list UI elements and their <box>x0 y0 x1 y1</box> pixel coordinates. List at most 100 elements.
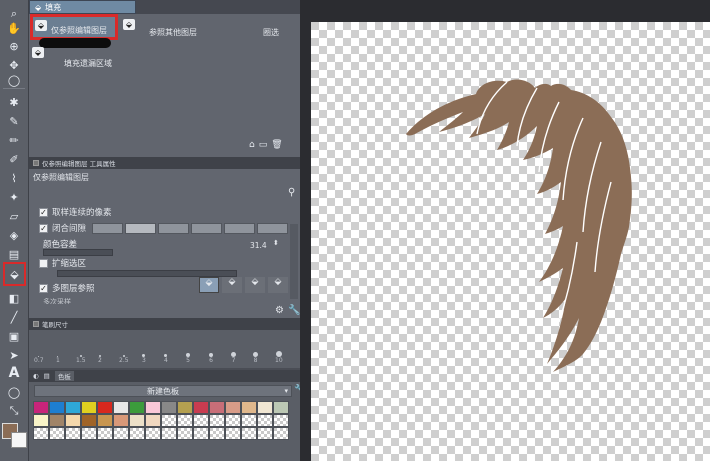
color-swatch[interactable] <box>81 401 97 414</box>
color-swatch[interactable] <box>209 414 225 427</box>
reference-layer-icon[interactable]: ⬙ <box>222 277 242 293</box>
color-swatch[interactable] <box>193 414 209 427</box>
pen-icon[interactable]: ✎ <box>4 111 24 131</box>
gap-level-2[interactable] <box>125 222 157 234</box>
airbrush-icon[interactable]: ⌇ <box>4 168 24 188</box>
color-wheel-tab-icon[interactable]: ◐ <box>33 372 39 380</box>
fill-tool-icon[interactable]: ⬙ <box>3 262 26 286</box>
decoration-icon[interactable]: ✦ <box>4 187 24 207</box>
lasso-icon[interactable]: ◯ <box>4 70 24 90</box>
color-slider-tab-icon[interactable]: ▤ <box>44 372 50 380</box>
gap-level-3[interactable] <box>158 222 190 234</box>
gap-level-1[interactable] <box>92 222 124 234</box>
color-swatch[interactable] <box>193 401 209 414</box>
shape-icon[interactable]: ◧ <box>4 288 24 308</box>
color-swatch[interactable] <box>49 401 65 414</box>
color-swatch[interactable] <box>209 427 225 440</box>
panel-toggle[interactable] <box>33 160 39 166</box>
color-swatch[interactable] <box>257 427 273 440</box>
search-icon[interactable]: ⚲ <box>288 187 295 198</box>
option-sample-continuous[interactable]: ✓ 取样连续的像素 <box>39 206 112 218</box>
color-swatch[interactable] <box>65 401 81 414</box>
all-layers-icon[interactable]: ⬙ <box>199 277 219 293</box>
color-swatch[interactable] <box>97 414 113 427</box>
color-swatch[interactable] <box>273 401 289 414</box>
brush-size-option[interactable]: 5 <box>186 353 190 364</box>
color-swatch[interactable] <box>177 427 193 440</box>
brush-size-option[interactable]: 8 <box>253 352 258 364</box>
magnifier-icon[interactable]: ⊕ <box>4 36 24 56</box>
gap-level-6[interactable] <box>257 222 289 234</box>
color-swatch[interactable] <box>161 427 177 440</box>
brush-size-option[interactable]: 10 <box>275 351 283 364</box>
subtool-item-current-layer[interactable]: ⬙ 仅参照编辑图层 <box>30 14 118 40</box>
color-swatch[interactable] <box>177 414 193 427</box>
color-swatch[interactable] <box>161 414 177 427</box>
checkbox-unchecked[interactable] <box>39 258 48 268</box>
brush-size-option[interactable]: 3 <box>142 354 146 364</box>
checkbox-checked[interactable]: ✓ <box>39 283 48 293</box>
eyedropper-icon[interactable]: ✱ <box>4 92 24 112</box>
color-swatch[interactable] <box>33 427 49 440</box>
brush-icon[interactable]: ✐ <box>4 149 24 169</box>
folder-layers-icon[interactable]: ⬙ <box>268 277 288 293</box>
frame-icon[interactable]: ▣ <box>4 326 24 346</box>
brush-size-option[interactable]: 7 <box>231 352 236 364</box>
color-swatch[interactable] <box>113 401 129 414</box>
color-swatch[interactable] <box>113 427 129 440</box>
expand-slider[interactable] <box>57 270 237 277</box>
color-swatch[interactable] <box>129 414 145 427</box>
gap-level-4[interactable] <box>191 222 223 234</box>
correct-line-icon[interactable]: ⤡ <box>4 401 24 421</box>
color-swatch[interactable] <box>161 401 177 414</box>
line-icon[interactable]: ╱ <box>4 307 24 327</box>
color-swatch[interactable] <box>65 427 81 440</box>
checkbox-checked[interactable]: ✓ <box>39 223 48 233</box>
brush-size-option[interactable]: 0.7 <box>34 356 44 364</box>
color-swatch[interactable] <box>145 427 161 440</box>
color-swatch[interactable] <box>241 401 257 414</box>
option-expand-selection[interactable]: 扩缩选区 <box>39 257 86 269</box>
selected-layers-icon[interactable]: ⬙ <box>245 277 265 293</box>
brush-size-option[interactable]: 4 <box>164 354 168 364</box>
color-swatch[interactable] <box>241 427 257 440</box>
color-swatch[interactable] <box>49 414 65 427</box>
brush-size-option[interactable]: 2 <box>98 355 102 364</box>
color-swatch[interactable] <box>97 427 113 440</box>
wrench-icon[interactable]: 🔧 <box>288 305 300 316</box>
subtool-item-fill-gaps[interactable]: ⬙ 填充遗漏区域 <box>30 44 120 69</box>
color-swatch[interactable] <box>241 414 257 427</box>
color-swatch[interactable] <box>225 401 241 414</box>
pencil-icon[interactable]: ✏ <box>4 130 24 150</box>
trash-icon[interactable]: 🗑 <box>271 140 282 150</box>
color-swatch[interactable] <box>145 401 161 414</box>
color-swatch[interactable] <box>81 414 97 427</box>
color-swatch[interactable] <box>97 401 113 414</box>
gap-level-5[interactable] <box>224 222 256 234</box>
color-swatch[interactable] <box>257 414 273 427</box>
brush-size-option[interactable]: 1.5 <box>76 355 86 364</box>
color-swatch[interactable] <box>65 414 81 427</box>
property-scrollbar[interactable] <box>290 224 298 299</box>
color-swatch[interactable] <box>177 401 193 414</box>
color-swatch[interactable] <box>225 427 241 440</box>
brush-size-option[interactable]: 6 <box>209 353 213 364</box>
color-swatch[interactable] <box>129 401 145 414</box>
color-swatch[interactable] <box>273 414 289 427</box>
subtool-tab[interactable]: ⬙ 填充 <box>29 0 136 14</box>
option-multi-layer[interactable]: ✓ 多图层参照 <box>39 282 95 294</box>
color-swatch[interactable] <box>193 427 209 440</box>
blend-icon[interactable]: ◈ <box>4 225 24 245</box>
color-swatch[interactable] <box>209 401 225 414</box>
text-icon[interactable]: A <box>4 363 24 383</box>
color-swatch[interactable] <box>145 414 161 427</box>
subtool-item-other-layers[interactable]: ⬙ 参照其他图层 圈选 <box>121 16 297 41</box>
tolerance-slider[interactable] <box>43 249 113 256</box>
color-swatch[interactable] <box>33 401 49 414</box>
checkbox-checked[interactable]: ✓ <box>39 207 48 217</box>
color-swatch[interactable] <box>81 427 97 440</box>
brush-size-option[interactable]: 2.5 <box>119 355 129 364</box>
color-swatch[interactable] <box>257 401 273 414</box>
settings-icon[interactable]: ⚙ <box>275 305 284 316</box>
new-subtool-icon[interactable]: ▭ <box>259 140 268 150</box>
